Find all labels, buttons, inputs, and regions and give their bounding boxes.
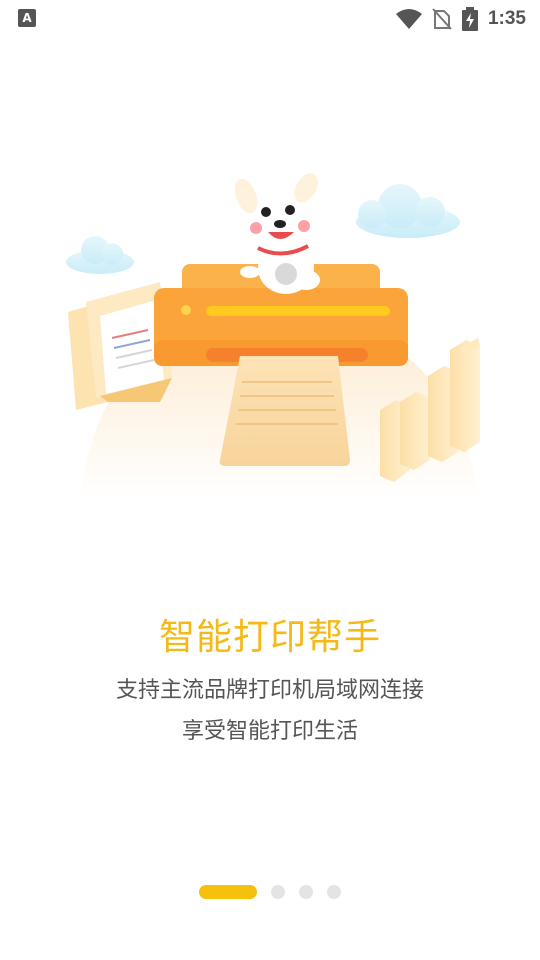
- page-dot-active[interactable]: [199, 885, 257, 899]
- dog-mascot-icon: [234, 173, 322, 294]
- onboarding-title: 智能打印帮手: [158, 617, 381, 658]
- page-dot[interactable]: [271, 885, 285, 899]
- onboarding-illustration: [66, 173, 480, 500]
- status-icons: 1:35: [395, 6, 526, 32]
- app-notification-icon: A: [18, 9, 36, 27]
- onboarding-subtitle-line2: 享受智能打印生活: [181, 719, 358, 744]
- wifi-icon: [395, 9, 422, 29]
- cloud-right-icon: [356, 184, 460, 238]
- cloud-left-icon: [66, 236, 134, 274]
- status-bar: A 1:35: [0, 0, 540, 38]
- page-dot[interactable]: [327, 885, 341, 899]
- onboarding-subtitle-line1: 支持主流品牌打印机局域网连接: [115, 678, 424, 703]
- page-indicator: [0, 884, 540, 900]
- no-sim-icon: [432, 8, 452, 30]
- page-dot[interactable]: [299, 885, 313, 899]
- battery-charging-icon: [461, 7, 478, 31]
- clock: 1:35: [487, 8, 526, 29]
